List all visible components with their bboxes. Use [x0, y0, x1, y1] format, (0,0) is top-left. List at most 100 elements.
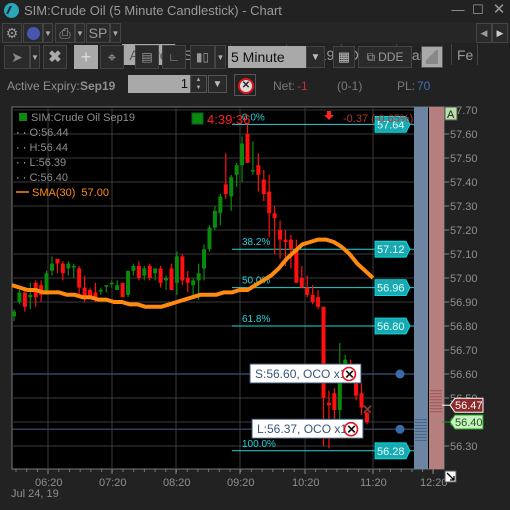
pointer-tool-button[interactable]: ➤	[4, 45, 30, 69]
crosshair-button[interactable]: +	[74, 45, 98, 69]
y-tick-label: 57.40	[450, 177, 478, 189]
legend-close: · · C:56.40	[16, 172, 68, 184]
target-crosshair-button[interactable]: ⌖	[100, 45, 124, 69]
candle-body	[109, 282, 114, 285]
interval-select[interactable]: 5 Minute	[228, 46, 306, 68]
link-dropdown-button[interactable]: ▼	[43, 23, 53, 43]
net-label: Net:	[273, 79, 296, 93]
candle-body	[44, 273, 49, 293]
candle-body	[218, 196, 223, 214]
link-color-button[interactable]	[23, 23, 43, 43]
candle-body	[332, 393, 337, 410]
studies-button[interactable]: ∟	[162, 45, 186, 69]
crosshair-icon: +	[80, 46, 92, 67]
chevron-down-icon: ▼	[31, 52, 39, 62]
y-tick-label: 57.30	[450, 201, 478, 213]
candle-body	[55, 258, 60, 264]
window-title: SIM:Crude Oil (5 Minute Candlestick) - C…	[24, 3, 282, 18]
candle-body	[22, 292, 27, 307]
legend-sma: SMA(30) 57.00	[32, 187, 109, 199]
candle-body	[321, 306, 326, 398]
y-tick-label: 57.50	[450, 153, 478, 165]
chevron-down-icon: ▼	[111, 28, 120, 38]
x-axis: 06:20 07:20 08:20 09:20 10:20 11:20 12:20	[15, 469, 448, 489]
quantity-input[interactable]: 1	[128, 75, 190, 93]
candle-body	[185, 278, 190, 283]
candle-body	[50, 263, 55, 271]
candle-body	[299, 278, 304, 288]
cancel-all-orders-button[interactable]: ✕	[234, 74, 256, 96]
pointer-dropdown-button[interactable]: ▼	[30, 45, 40, 69]
print-dropdown-button[interactable]: ▼	[75, 23, 85, 43]
candle-body	[12, 311, 16, 317]
minimize-icon[interactable]: —	[450, 2, 466, 18]
gear-icon[interactable]: ⚙	[2, 23, 22, 43]
toolbar-row-1: ⚙ ▼ ⎙ ▼ SP ▼ Active Sep19 Oct19 Nov19 De…	[0, 22, 510, 65]
study-chart-icon: ∟	[168, 50, 180, 64]
layout-icon	[426, 50, 438, 64]
candle-body	[294, 249, 299, 283]
quantity-stepper[interactable]: ▲ ▼	[190, 75, 207, 93]
data-table-button[interactable]: ▦	[333, 46, 355, 68]
candle-body	[326, 402, 331, 406]
candle-body	[196, 273, 201, 281]
app-logo-icon	[4, 3, 19, 18]
quantity-dropdown-button[interactable]: ▼	[208, 75, 227, 93]
candle-body	[261, 179, 266, 194]
candle-body	[66, 263, 71, 269]
order-drag-handle	[395, 369, 405, 379]
candle-body	[60, 263, 65, 274]
symbol-color-swatch	[19, 113, 27, 121]
candle-body	[28, 294, 33, 298]
candle-body	[115, 285, 120, 290]
cancel-circle-x-icon: ✕	[238, 78, 254, 94]
maximize-icon[interactable]: ☐	[470, 2, 486, 18]
ask-volume-bar	[429, 107, 444, 469]
bar-countdown: 4:39:36	[207, 112, 250, 127]
tab-scroll-left-button[interactable]: ◀	[476, 23, 492, 43]
link-icon	[26, 26, 40, 40]
x-tick-label: 10:20	[292, 477, 320, 489]
y-tick-label: 56.60	[450, 369, 478, 381]
candle-body	[245, 134, 250, 163]
sp-dropdown-button[interactable]: ▼	[110, 23, 121, 43]
chart-type-button[interactable]: ▮▯	[190, 45, 215, 69]
tab-scroll-right-button[interactable]: ▶	[492, 23, 508, 43]
candle-body	[250, 170, 255, 172]
order-drag-handle	[395, 424, 405, 434]
title-bar: SIM:Crude Oil (5 Minute Candlestick) - C…	[0, 0, 510, 22]
x-tick-label: 07:20	[99, 477, 127, 489]
y-tick-label: 56.90	[450, 297, 478, 309]
candle-body	[77, 268, 82, 288]
fib-price-label: 57.12	[377, 244, 405, 256]
candle-body	[234, 165, 239, 175]
chevron-down-icon: ▼	[216, 52, 225, 62]
candle-body	[17, 292, 22, 302]
expiry-label: Active Expiry:	[7, 79, 80, 93]
table-icon: ▦	[337, 49, 351, 64]
delete-drawings-button[interactable]: ✖	[43, 45, 67, 69]
candle-body	[267, 191, 272, 214]
position-value: (0-1)	[337, 79, 363, 93]
interval-dropdown-button[interactable]: ▼	[306, 46, 325, 68]
candle-body	[120, 282, 125, 298]
candle-body	[136, 266, 141, 278]
candle-body	[158, 268, 163, 283]
auto-scale-label[interactable]: A	[447, 109, 455, 121]
indicator-chart-icon: ▤	[141, 50, 153, 64]
printer-icon[interactable]: ⎙	[55, 23, 75, 43]
sp-button[interactable]: SP	[86, 23, 110, 43]
dde-button[interactable]: ⧉ DDE	[358, 46, 412, 68]
toolbar-row-2: ➤ ▼ ✖ + ⌖ ▤ ∟ ▮▯ ▼ 5 Minute ▼ ▦ ⧉ DDE	[0, 45, 510, 71]
last-price-label: 56.47	[455, 400, 483, 412]
candle-body	[283, 239, 288, 242]
indicators-button[interactable]: ▤	[135, 45, 159, 69]
chart-type-dropdown-button[interactable]: ▼	[215, 45, 226, 69]
order-label: L:56.37, OCO x1	[257, 422, 347, 436]
close-icon[interactable]: ✕	[491, 2, 507, 18]
x-icon: ✖	[48, 49, 62, 66]
price-chart[interactable]: 57.7057.6057.5057.4057.3057.2057.1057.00…	[0, 100, 510, 510]
candle-body	[256, 165, 261, 175]
layout-toggle-button[interactable]	[421, 46, 443, 68]
y-tick-label: 56.80	[450, 321, 478, 333]
